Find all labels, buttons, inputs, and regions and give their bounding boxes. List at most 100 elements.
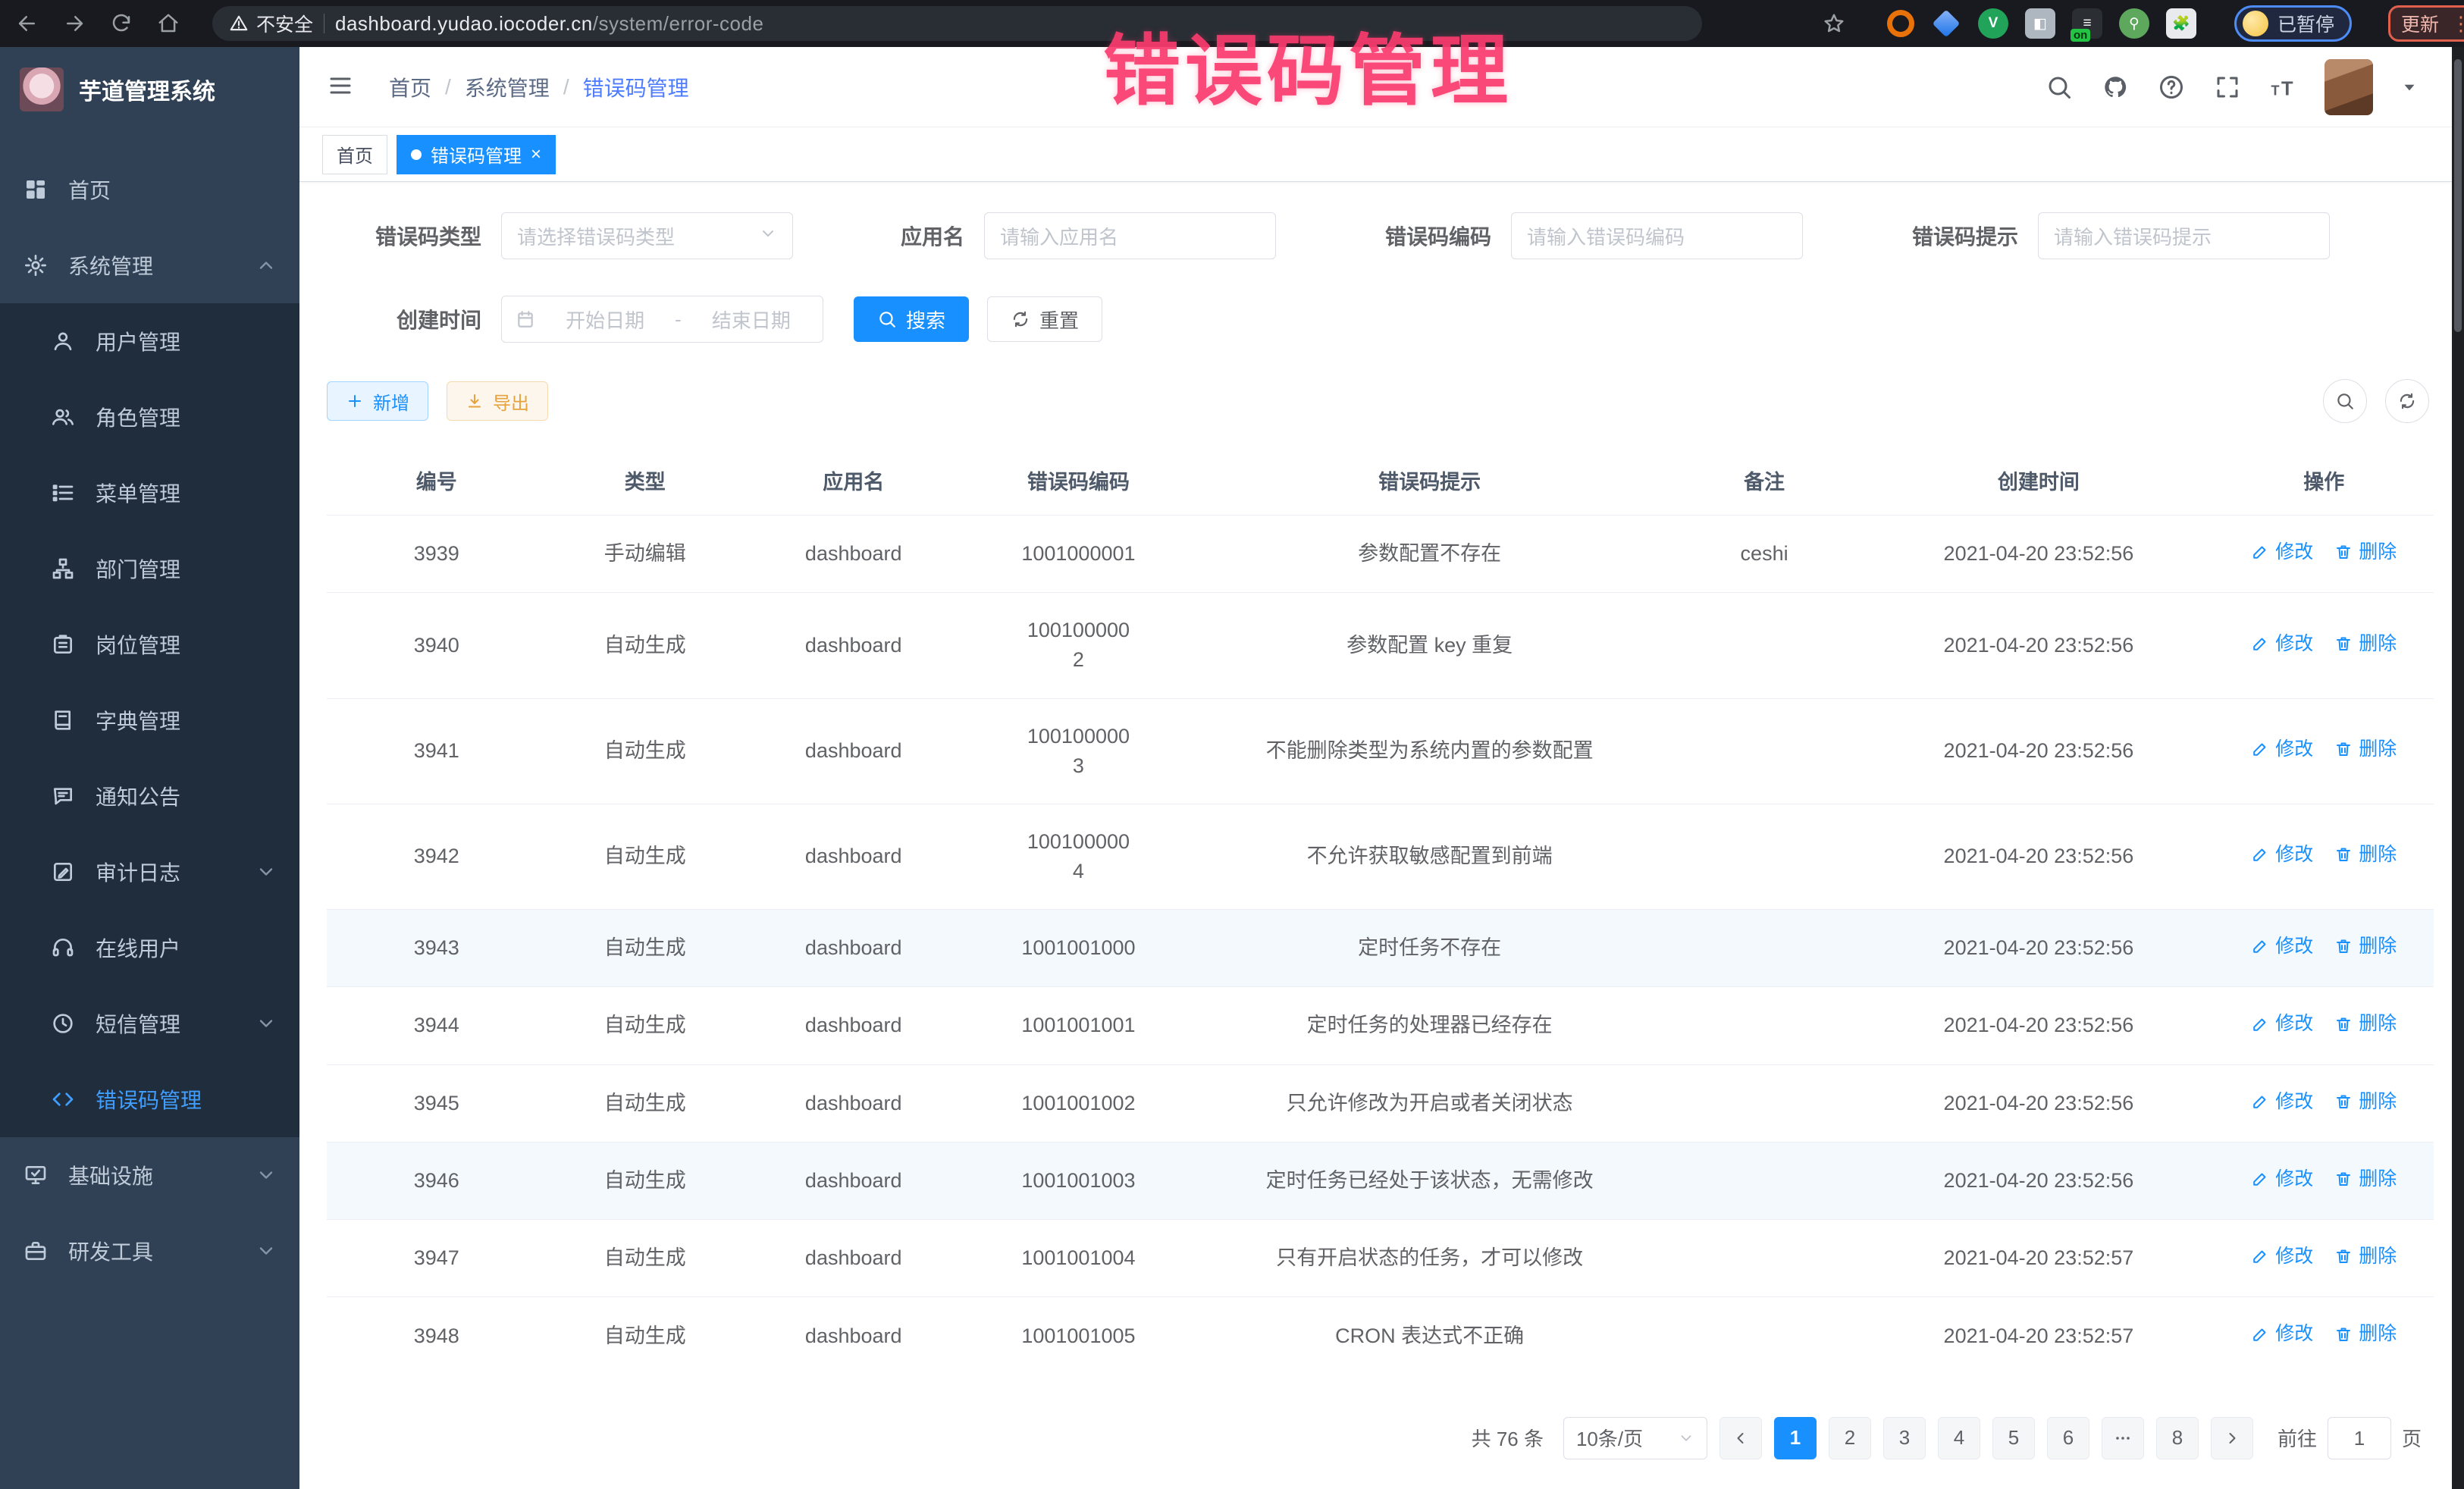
delete-link[interactable]: 删除 [2334, 1320, 2397, 1347]
edit-link[interactable]: 修改 [2251, 1010, 2313, 1037]
puzzle-extension-icon[interactable]: 🧩 [2166, 8, 2196, 39]
sidebar-item-book[interactable]: 字典管理 [0, 682, 299, 758]
sidebar-item-comment[interactable]: 通知公告 [0, 758, 299, 834]
delete-link[interactable]: 删除 [2334, 1010, 2397, 1037]
page-size-select[interactable]: 10条/页 [1563, 1417, 1707, 1459]
sidebar-item-id-badge[interactable]: 岗位管理 [0, 607, 299, 682]
goto-page-input[interactable]: 1 [2328, 1417, 2391, 1459]
page-button-4[interactable]: 4 [1938, 1417, 1980, 1459]
cell-code: 1001001002 [963, 1064, 1193, 1142]
page-button-8[interactable]: 8 [2156, 1417, 2199, 1459]
delete-link[interactable]: 删除 [2334, 630, 2397, 657]
tab-error-code[interactable]: 错误码管理 × [397, 135, 556, 174]
reset-button[interactable]: 重置 [987, 296, 1102, 342]
delete-link[interactable]: 删除 [2334, 1165, 2397, 1193]
sidebar-item-dashboard[interactable]: 首页 [0, 152, 299, 227]
breadcrumb-system[interactable]: 系统管理 [465, 72, 550, 102]
sidebar-item-monitor[interactable]: 基础设施 [0, 1137, 299, 1213]
sidebar-item-code[interactable]: 错误码管理 [0, 1061, 299, 1137]
edit-link[interactable]: 修改 [2251, 1088, 2313, 1115]
show-search-button[interactable] [2323, 379, 2367, 423]
prev-page-button[interactable] [1719, 1417, 1762, 1459]
tab-home[interactable]: 首页 [322, 135, 387, 174]
help-icon[interactable] [2156, 72, 2187, 102]
delete-link[interactable]: 删除 [2334, 1243, 2397, 1270]
browser-update-button[interactable]: 更新 ⋮ [2388, 5, 2464, 42]
sidebar-item-toolbox[interactable]: 研发工具 [0, 1213, 299, 1289]
sidebar-item-headset[interactable]: 在线用户 [0, 910, 299, 986]
page-scrollbar[interactable] [2452, 47, 2464, 1489]
user-avatar[interactable] [2324, 59, 2373, 115]
sidebar-item-menu-list[interactable]: 菜单管理 [0, 455, 299, 531]
orange-ring-extension-icon[interactable] [1887, 10, 1914, 37]
address-bar[interactable]: 不安全 dashboard.yudao.iocoder.cn/system/er… [212, 6, 1702, 41]
breadcrumb-home[interactable]: 首页 [389, 72, 431, 102]
bookmark-star-icon[interactable] [1820, 10, 1848, 37]
dark-on-extension-icon[interactable]: ≡on [2072, 8, 2102, 39]
back-icon[interactable] [14, 10, 41, 37]
green-key-extension-icon[interactable]: ⚲ [2119, 8, 2149, 39]
edit-link[interactable]: 修改 [2251, 630, 2313, 657]
app-logo[interactable]: 芋道管理系统 [0, 47, 299, 132]
filter-row-2: 创建时间 开始日期 - 结束日期 搜索 重置 [327, 296, 2429, 343]
next-page-button[interactable] [2211, 1417, 2253, 1459]
edit-link[interactable]: 修改 [2251, 538, 2313, 566]
page-ellipsis[interactable] [2102, 1417, 2144, 1459]
end-date-placeholder[interactable]: 结束日期 [694, 306, 809, 334]
reload-icon[interactable] [108, 10, 135, 37]
refresh-table-button[interactable] [2385, 379, 2429, 423]
green-check-extension-icon[interactable]: V [1978, 8, 2008, 39]
github-icon[interactable] [2100, 72, 2130, 102]
page-button-3[interactable]: 3 [1883, 1417, 1926, 1459]
edit-link[interactable]: 修改 [2251, 933, 2313, 960]
date-range-picker[interactable]: 开始日期 - 结束日期 [501, 296, 823, 343]
edit-link[interactable]: 修改 [2251, 1165, 2313, 1193]
paused-extension-pill[interactable]: 已暂停 [2234, 5, 2352, 42]
sidebar-item-gear[interactable]: 系统管理 [0, 227, 299, 303]
security-warning[interactable]: 不安全 [229, 10, 313, 37]
fullscreen-icon[interactable] [2212, 72, 2243, 102]
sidebar-item-msg-clock[interactable]: 短信管理 [0, 986, 299, 1061]
page-button-1[interactable]: 1 [1774, 1417, 1817, 1459]
error-hint-input[interactable]: 请输入错误码提示 [2038, 212, 2330, 259]
page-button-2[interactable]: 2 [1829, 1417, 1871, 1459]
search-button[interactable]: 搜索 [854, 296, 969, 342]
cell-actions: 修改删除 [2214, 910, 2434, 987]
search-icon[interactable] [2044, 72, 2074, 102]
delete-link[interactable]: 删除 [2334, 538, 2397, 566]
cell-code: 100100000 3 [963, 698, 1193, 804]
sidebar-item-user[interactable]: 用户管理 [0, 303, 299, 379]
font-size-icon[interactable]: TT [2268, 72, 2299, 102]
delete-link[interactable]: 删除 [2334, 841, 2397, 868]
sidebar-item-pen-square[interactable]: 审计日志 [0, 834, 299, 910]
home-icon[interactable] [155, 10, 182, 37]
cell-type: 自动生成 [546, 1064, 744, 1142]
grid-extension-icon[interactable]: ◧ [2025, 8, 2055, 39]
forward-icon[interactable] [61, 10, 88, 37]
menu-dots-icon[interactable]: ⋮ [2451, 12, 2464, 36]
page-button-6[interactable]: 6 [2047, 1417, 2089, 1459]
error-type-select[interactable]: 请选择错误码类型 [501, 212, 793, 259]
app-name-input[interactable]: 请输入应用名 [984, 212, 1276, 259]
blue-gem-extension-icon[interactable] [1931, 8, 1961, 39]
edit-link[interactable]: 修改 [2251, 735, 2313, 763]
page-button-5[interactable]: 5 [1992, 1417, 2035, 1459]
delete-link[interactable]: 删除 [2334, 735, 2397, 763]
edit-link[interactable]: 修改 [2251, 1320, 2313, 1347]
edit-link[interactable]: 修改 [2251, 841, 2313, 868]
export-button[interactable]: 导出 [447, 381, 548, 421]
scrollbar-thumb[interactable] [2454, 59, 2462, 332]
delete-link[interactable]: 删除 [2334, 1088, 2397, 1115]
add-button[interactable]: 新增 [327, 381, 428, 421]
delete-link[interactable]: 删除 [2334, 933, 2397, 960]
start-date-placeholder[interactable]: 开始日期 [547, 306, 663, 334]
table-row: 3941自动生成dashboard100100000 3不能删除类型为系统内置的… [327, 698, 2434, 804]
sidebar-item-users[interactable]: 角色管理 [0, 379, 299, 455]
hamburger-icon[interactable] [327, 72, 357, 102]
edit-link[interactable]: 修改 [2251, 1243, 2313, 1270]
error-code-input[interactable]: 请输入错误码编码 [1511, 212, 1803, 259]
caret-down-icon[interactable] [2394, 72, 2425, 102]
cell-message: 不能删除类型为系统内置的参数配置 [1193, 698, 1665, 804]
close-tab-icon[interactable]: × [531, 144, 541, 165]
sidebar-item-org-tree[interactable]: 部门管理 [0, 531, 299, 607]
